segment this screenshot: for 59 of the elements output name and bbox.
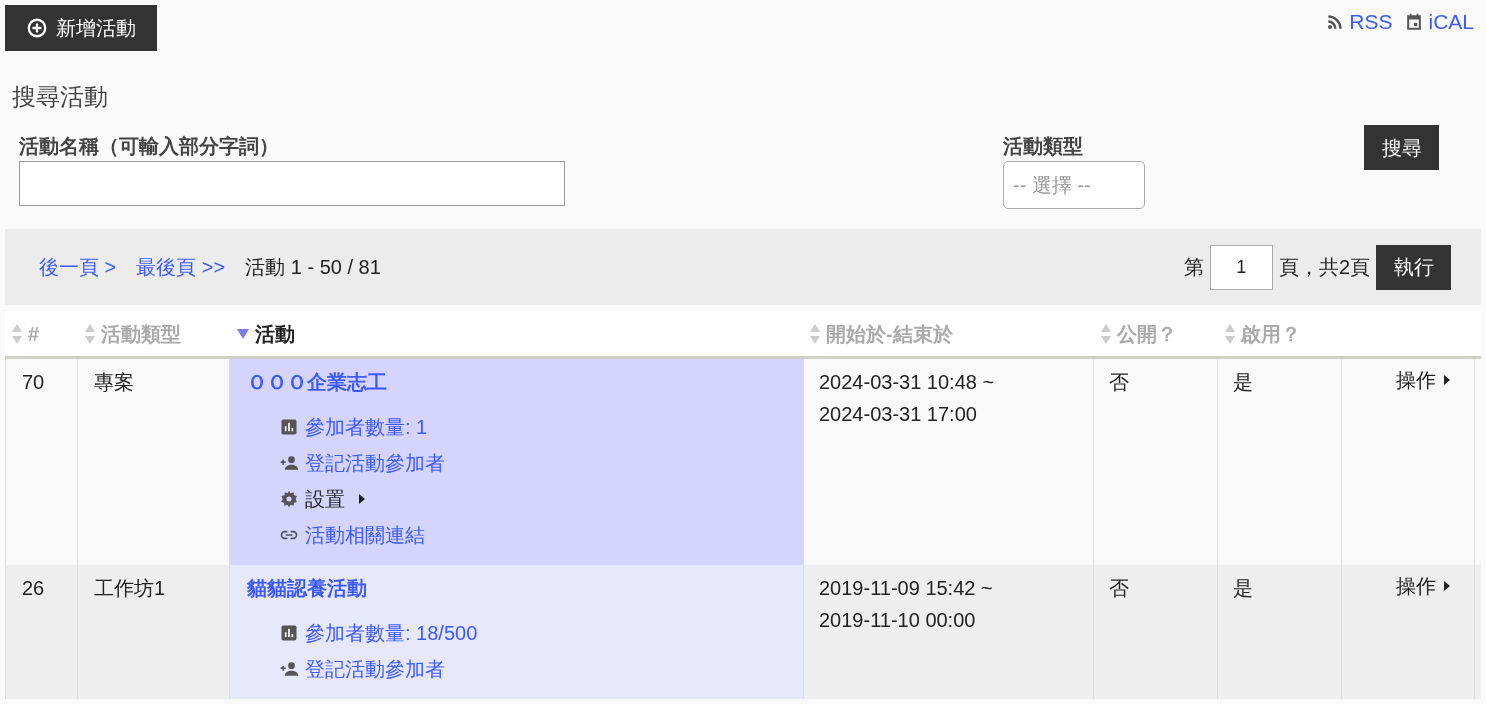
- activity-type-select[interactable]: -- 選擇 --: [1003, 161, 1145, 209]
- table-cell: 專案: [94, 371, 134, 393]
- table-cell-text: 2019-11-09 15:42 ~: [819, 576, 994, 601]
- section-title: 搜尋活動: [11, 82, 109, 112]
- go-button[interactable]: 執行: [1376, 244, 1451, 290]
- actions-menu[interactable]: 操作: [1396, 365, 1450, 395]
- add-person-icon: [279, 453, 299, 473]
- next-page-link[interactable]: 後一頁 >: [39, 252, 117, 282]
- sort-icon: [1101, 322, 1111, 345]
- column-header[interactable]: 活動: [255, 318, 295, 349]
- bar-chart-icon: [279, 623, 299, 643]
- participant-count-link[interactable]: 參加者數量: 18/500: [279, 615, 478, 651]
- plus-circle-icon: [26, 17, 48, 39]
- ical-link[interactable]: iCAL: [1404, 6, 1474, 38]
- table-cell: 否: [1109, 371, 1129, 393]
- add-person-icon: [279, 659, 299, 679]
- range-text: 活動 1 - 50 / 81: [245, 255, 381, 280]
- table-cell: 是: [1233, 371, 1253, 393]
- column-header[interactable]: #: [28, 318, 40, 349]
- caret-icon: [1444, 375, 1450, 385]
- settings-menu[interactable]: 設置: [279, 481, 365, 517]
- participant-count-link[interactable]: 參加者數量: 1: [279, 409, 428, 445]
- add-activity-button[interactable]: 新增活動: [5, 5, 157, 51]
- caret-icon: [359, 494, 365, 504]
- sort-icon: [810, 322, 820, 345]
- sort-desc-icon: [237, 328, 249, 339]
- page-total-text: 頁，共2頁: [1278, 255, 1370, 280]
- table-cell-text: 2024-03-31 10:48 ~: [819, 370, 996, 395]
- activity-name-input[interactable]: [19, 161, 565, 206]
- column-header[interactable]: 開始於-結束於: [826, 318, 953, 349]
- register-participant-link[interactable]: 登記活動參加者: [279, 445, 445, 481]
- rss-link[interactable]: RSS: [1325, 6, 1393, 38]
- column-header[interactable]: 啟用？: [1241, 318, 1301, 349]
- bar-chart-icon: [279, 417, 299, 437]
- field-label: 活動類型: [1003, 134, 1084, 159]
- search-button[interactable]: 搜尋: [1364, 125, 1439, 170]
- column-header[interactable]: 公開？: [1117, 318, 1177, 349]
- field-label: 活動名稱（可輸入部分字詞）: [19, 134, 280, 159]
- table-cell-text: 2019-11-10 00:00: [819, 608, 977, 633]
- page-label: 第: [1183, 255, 1204, 280]
- table-cell: 70: [22, 371, 45, 393]
- caret-icon: [1444, 581, 1450, 591]
- column-header[interactable]: 活動類型: [101, 318, 181, 349]
- sort-icon: [1225, 322, 1235, 345]
- table-cell-text: 2024-03-31 17:00: [819, 402, 978, 427]
- table-cell: 26: [22, 577, 45, 599]
- activity-title-link[interactable]: ＯＯＯ企業志工: [247, 367, 803, 397]
- activity-title-link[interactable]: 貓貓認養活動: [247, 573, 803, 603]
- register-participant-link[interactable]: 登記活動參加者: [279, 651, 445, 687]
- page-input[interactable]: 1: [1209, 244, 1273, 290]
- table-cell: 否: [1109, 577, 1129, 599]
- table-cell: 是: [1233, 577, 1253, 599]
- sort-icon: [85, 322, 95, 345]
- gear-icon: [279, 489, 299, 509]
- sort-icon: [12, 322, 22, 345]
- last-page-link[interactable]: 最後頁 >>: [136, 252, 226, 282]
- related-links-link[interactable]: 活動相關連結: [279, 517, 425, 553]
- actions-menu[interactable]: 操作: [1396, 571, 1450, 601]
- table-cell: 工作坊1: [94, 577, 166, 599]
